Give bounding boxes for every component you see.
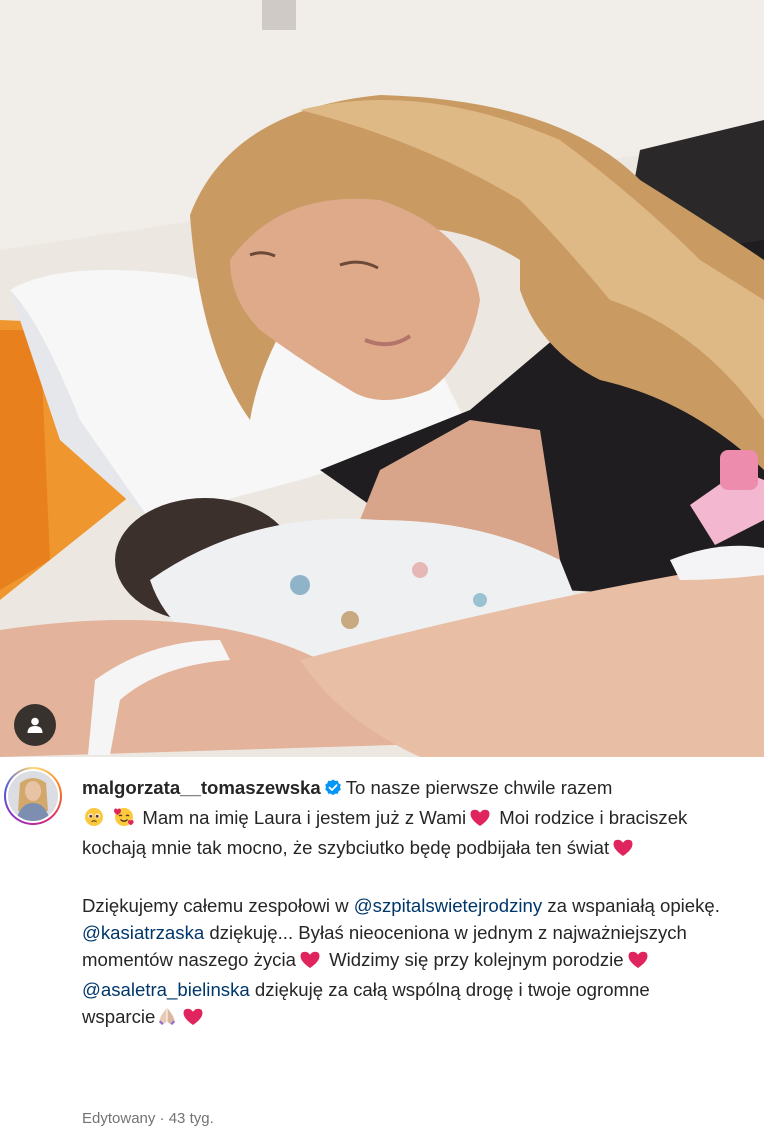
meta-separator: · (159, 1110, 165, 1127)
red-heart-icon (183, 1006, 203, 1033)
avatar[interactable] (4, 767, 62, 825)
red-heart-icon (470, 807, 490, 834)
red-heart-icon (300, 949, 320, 976)
caption-line-1b: Mam na imię Laura i jestem już z Wami (142, 807, 467, 829)
mention-link-kasiatrzaska[interactable]: @kasiatrzaska (82, 922, 204, 943)
red-heart-icon (628, 949, 648, 976)
username-link[interactable]: malgorzata__tomaszewska (82, 777, 321, 798)
caption-p2-a: Dziękujemy całemu zespołowi w (82, 894, 349, 916)
red-heart-icon (613, 837, 633, 864)
mention-link-asaletra[interactable]: @asaletra_bielinska (82, 979, 250, 1000)
caption-p3-b: Widzimy się przy kolejnym porodzie (329, 949, 624, 971)
avatar-image (8, 771, 58, 821)
smiling-face-with-hearts-icon (113, 807, 135, 834)
post-meta: Edytowany · 43 tyg. (82, 1110, 214, 1127)
post-age[interactable]: 43 tyg. (169, 1110, 214, 1127)
post-photo[interactable] (0, 0, 764, 757)
photo-illustration (0, 0, 764, 757)
user-tag-icon (27, 717, 43, 733)
edited-label: Edytowany (82, 1110, 156, 1127)
caption-p2-b: za wspaniałą opiekę. (547, 894, 720, 916)
verified-badge-icon (324, 777, 342, 804)
user-tag-button[interactable] (14, 704, 56, 746)
caption-text: malgorzata__tomaszewska To nasze pierwsze… (82, 774, 722, 1034)
caption-line-1a: To nasze pierwsze chwile razem (345, 777, 613, 798)
post-caption: malgorzata__tomaszewska To nasze pierwsze… (0, 757, 764, 1140)
mention-link-szpital[interactable]: @szpitalswietejrodziny (354, 895, 542, 916)
pleading-face-icon (84, 807, 104, 834)
folded-hands-icon (157, 1006, 177, 1033)
